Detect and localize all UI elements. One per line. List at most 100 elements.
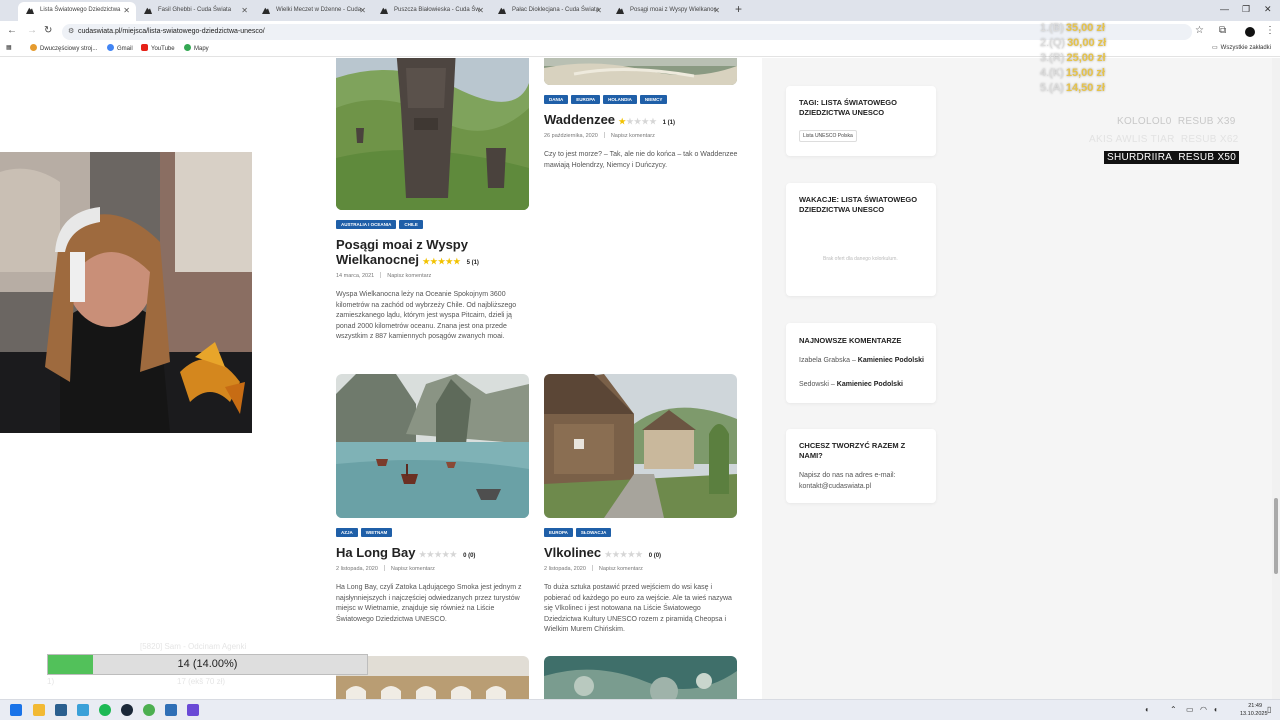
close-window-icon[interactable]: ✕ <box>1264 4 1272 15</box>
tab-lista-unesco[interactable]: Lista Światowego Dziedzictwa ✕ <box>18 2 136 21</box>
profile-avatar[interactable] <box>1245 27 1255 37</box>
tray-app-icon[interactable]: ▭ <box>1186 705 1194 714</box>
url-field[interactable]: ⚙ cudaswiata.pl/miejsca/lista-swiatowego… <box>62 24 1192 40</box>
obs-icon[interactable] <box>187 704 199 716</box>
widget-title: Chcesz tworzyć razem z nami? <box>799 441 906 460</box>
comment-post-link[interactable]: Kamieniec Podolski <box>858 357 924 364</box>
tag-link[interactable]: Holandia <box>603 95 637 104</box>
tag-link[interactable]: Europa <box>544 528 573 537</box>
bookmark-gmail[interactable]: Gmail <box>107 44 133 52</box>
tab-meczet-dzenne[interactable]: Wielki Meczet w Dżenne - Cuda ✕ <box>254 2 372 21</box>
site-settings-icon[interactable]: ⚙ <box>68 24 74 40</box>
article-title[interactable]: Waddenzee ★★★★★ 1 (1) <box>544 112 744 131</box>
bookmark-item[interactable]: Dwuczęściowy stroj... <box>30 44 97 52</box>
file-explorer-icon[interactable] <box>33 704 45 716</box>
bookmark-label: Gmail <box>117 46 133 52</box>
extensions-icon[interactable]: ⧉ <box>1219 25 1226 36</box>
rating-empty-stars[interactable]: ★★★★★ <box>419 550 457 559</box>
back-icon[interactable]: ← <box>7 25 17 36</box>
article-title[interactable]: Ha Long Bay ★★★★★ 0 (0) <box>336 545 536 564</box>
sub-alert: KOLOLOL0 RESUB X39 <box>1117 116 1236 127</box>
tab-fasil-ghebbi[interactable]: Fasil Ghebbi - Cuda Świata ✕ <box>136 2 254 21</box>
comment-link[interactable]: Napisz komentarz <box>391 566 435 572</box>
rating-count: 0 (0) <box>463 553 476 559</box>
bookmark-star-icon[interactable]: ☆ <box>1195 25 1204 36</box>
donation-entry: 1.(B) 35,00 zł <box>1040 22 1105 34</box>
close-tab-icon[interactable]: ✕ <box>713 2 720 19</box>
article-title[interactable]: Vlkolinec ★★★★★ 0 (0) <box>544 545 744 564</box>
comment-link[interactable]: Napisz komentarz <box>611 133 655 139</box>
system-clock[interactable]: 21:49 13.10.2025 <box>1240 702 1268 718</box>
app-icon[interactable] <box>165 704 177 716</box>
tab-puszcza-bialowieska[interactable]: Puszcza Białowieska - Cuda Św ✕ <box>372 2 490 21</box>
photos-icon[interactable] <box>77 704 89 716</box>
comment-post-link[interactable]: Kamieniec Podolski <box>837 381 903 388</box>
spotify-icon[interactable] <box>99 704 111 716</box>
notifications-icon[interactable]: ▯ <box>1267 705 1271 714</box>
close-tab-icon[interactable]: ✕ <box>123 2 130 19</box>
start-windows-icon[interactable] <box>10 704 22 716</box>
sub-label: RESUB X62 <box>1180 134 1239 145</box>
scrollbar-thumb[interactable] <box>1274 498 1278 574</box>
youtube-icon <box>141 44 148 51</box>
sub-label: RESUB X39 <box>1177 116 1236 127</box>
comment-link[interactable]: Napisz komentarz <box>599 566 643 572</box>
steam-icon[interactable] <box>121 704 133 716</box>
rating-empty-stars[interactable]: ★★★★ <box>626 117 657 126</box>
tab-palac-dioklecjana[interactable]: Pałac Dioklecjana - Cuda Świata ✕ <box>490 2 608 21</box>
wifi-icon[interactable]: ◠ <box>1200 705 1207 714</box>
forward-icon[interactable]: → <box>27 25 37 36</box>
donation-entry: 5.(A) 14,50 zł <box>1040 82 1105 94</box>
new-tab-button[interactable]: + <box>735 2 742 16</box>
ha-long-bay-image[interactable] <box>336 374 529 518</box>
vlkolinec-image[interactable] <box>544 374 737 518</box>
rating-stars[interactable]: ★★★★★ <box>423 257 461 266</box>
bookmark-maps[interactable]: Mapy <box>184 44 209 52</box>
rating-empty-stars[interactable]: ★★★★★ <box>605 550 643 559</box>
moai-image[interactable] <box>336 58 529 210</box>
tray-chevron-icon[interactable]: ⌃ <box>1170 705 1177 714</box>
close-tab-icon[interactable]: ✕ <box>359 2 366 19</box>
donation-entry: 3.(R) 25,00 zł <box>1040 52 1106 64</box>
article-excerpt: To duża sztuka postawić przed wejściem d… <box>544 584 732 633</box>
article-meta: 2 listopada, 2020 Napisz komentarz <box>336 565 435 572</box>
widget-title: Wakacje: Lista Światowego Dziedzictwa UN… <box>799 195 918 214</box>
tag-link[interactable]: Dania <box>544 95 569 104</box>
settings-icon[interactable]: ◐ <box>1145 705 1150 714</box>
comment-link[interactable]: Napisz komentarz <box>387 273 431 279</box>
menu-icon[interactable]: ⋮ <box>1265 25 1275 36</box>
waddenzee-image[interactable] <box>544 58 737 85</box>
article-title[interactable]: Posągi moai z Wyspy Wielkanocnej ★★★★★ 5… <box>336 237 536 271</box>
tag-link[interactable]: Wietnam <box>360 528 393 537</box>
minimize-icon[interactable]: — <box>1220 4 1229 14</box>
tag-link[interactable]: Słowacja <box>575 528 612 537</box>
sub-alert-highlight: SHURDRIIRA RESUB X50 <box>1104 151 1240 164</box>
tag-link[interactable]: Europa <box>571 95 601 104</box>
bookmark-youtube[interactable]: YouTube <box>141 44 175 52</box>
tag-link[interactable]: Azja <box>336 528 358 537</box>
app-icon[interactable] <box>55 704 67 716</box>
donation-entry: 2.(Q) 30,00 zł <box>1040 37 1106 49</box>
tag-link[interactable]: Australia i Oceania <box>336 220 397 229</box>
vlkolinec-photo <box>544 374 737 518</box>
close-tab-icon[interactable]: ✕ <box>241 2 248 19</box>
tab-posagi-moai[interactable]: Posągi moai z Wyspy Wielkanoc ✕ <box>608 2 726 21</box>
all-bookmarks[interactable]: ▭ Wszystkie zakładki <box>1212 44 1271 51</box>
webcam-image <box>0 152 252 433</box>
article-excerpt: Czy to jest morze? – Tak, ale nie do koń… <box>544 151 738 169</box>
close-tab-icon[interactable]: ✕ <box>477 2 484 19</box>
donation-entry: 4.(K) 15,00 zł <box>1040 67 1105 79</box>
tag-chip[interactable]: Lista UNESCO Polska <box>799 130 857 142</box>
close-tab-icon[interactable]: ✕ <box>595 2 602 19</box>
reload-icon[interactable]: ↻ <box>44 25 52 36</box>
tag-link[interactable]: Chile <box>399 220 423 229</box>
chrome-icon[interactable] <box>143 704 155 716</box>
scrollbar-track[interactable] <box>1272 58 1280 699</box>
next-article-image[interactable] <box>544 656 737 699</box>
tab-bar: Lista Światowego Dziedzictwa ✕ Fasil Ghe… <box>0 0 1280 21</box>
donation-rank: 2.(Q) <box>1040 37 1066 49</box>
apps-grid-icon[interactable]: ▦ <box>6 44 12 51</box>
volume-icon[interactable]: ◖ <box>1213 705 1218 714</box>
maximize-icon[interactable]: ❐ <box>1242 4 1250 15</box>
tag-link[interactable]: Niemcy <box>639 95 668 104</box>
